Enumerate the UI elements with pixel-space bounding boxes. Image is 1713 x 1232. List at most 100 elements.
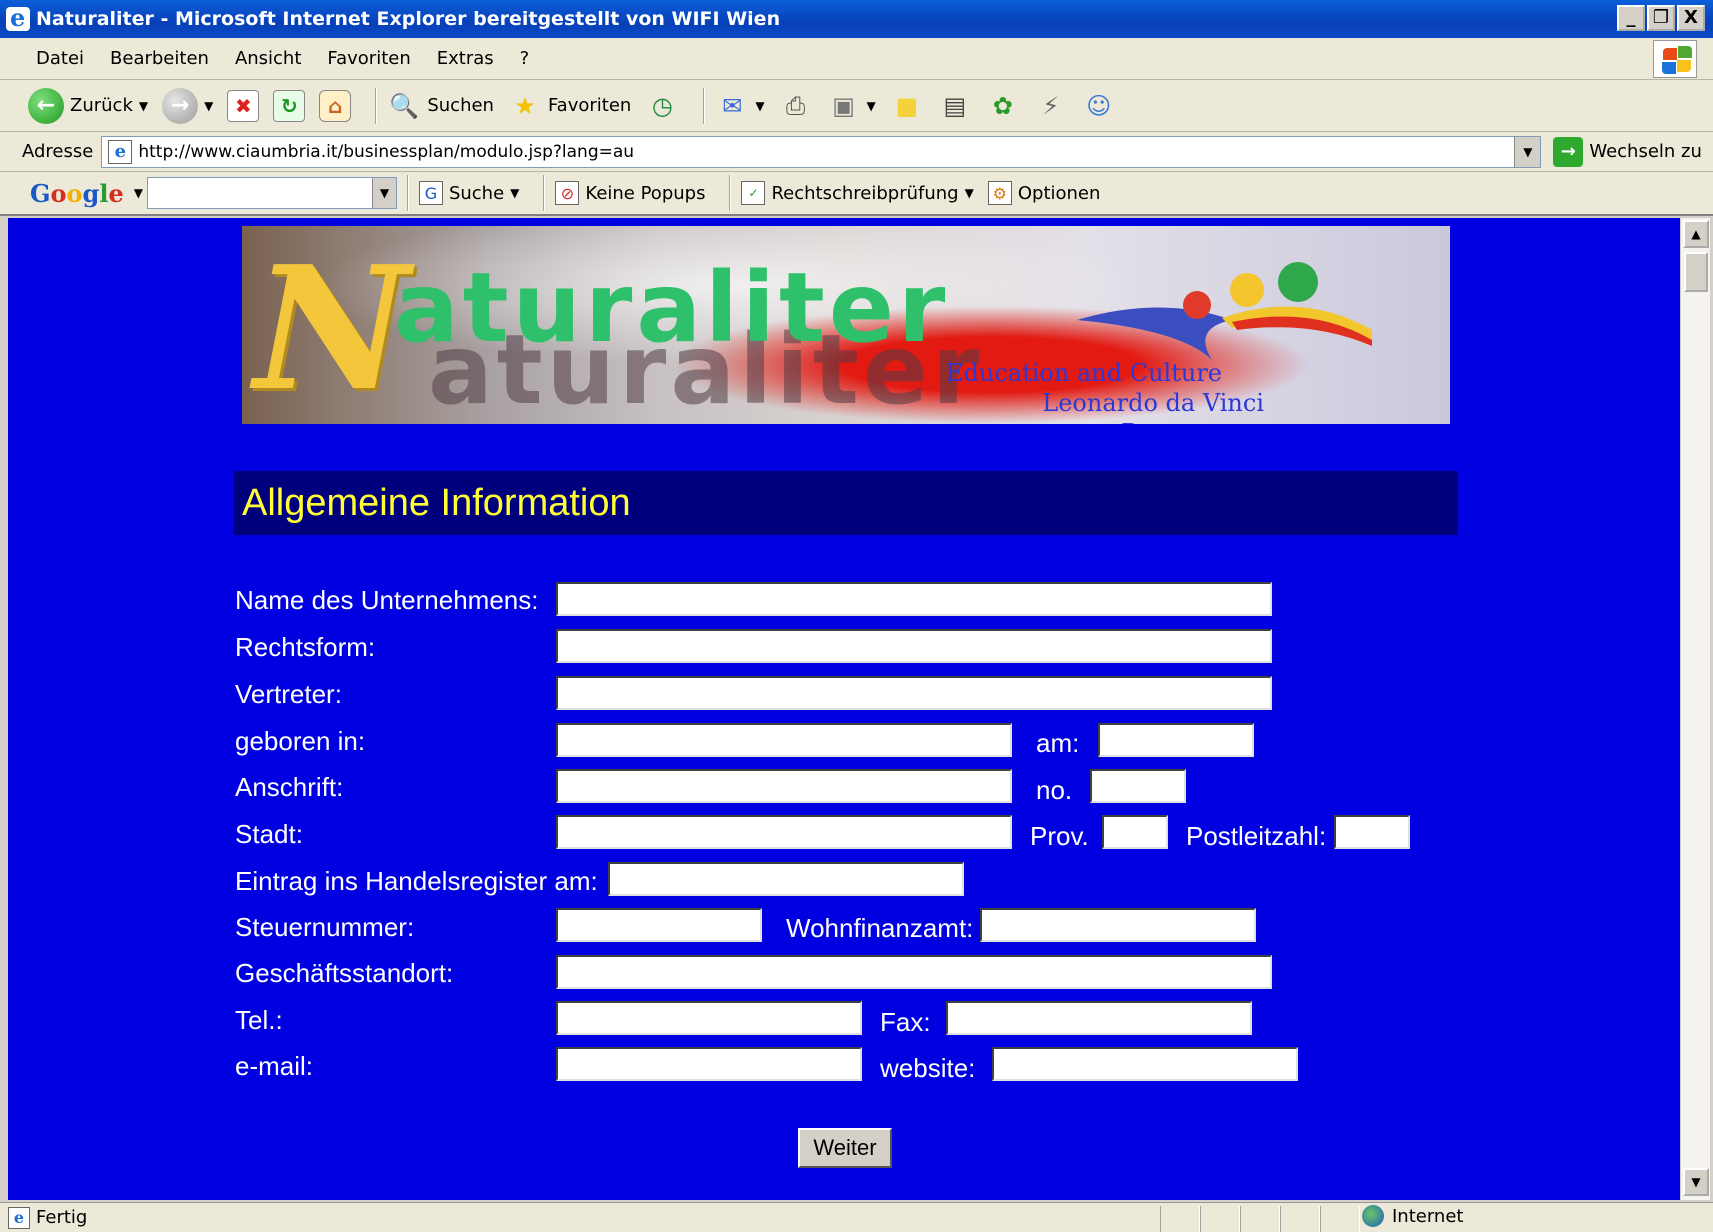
popup-blocker-icon: ⊘ [555, 181, 580, 205]
favorites-button[interactable]: ★ Favoriten [508, 89, 631, 123]
search-button[interactable]: 🔍 Suchen [387, 89, 494, 123]
address-input[interactable]: e http://www.ciaumbria.it/businessplan/m… [101, 135, 1542, 168]
birthdate-input[interactable] [1098, 723, 1254, 757]
register-label: Eintrag ins Handelsregister am: [235, 866, 598, 896]
email-input[interactable] [556, 1047, 862, 1081]
city-label: Stadt: [235, 819, 303, 849]
home-button[interactable]: ⌂ [319, 89, 352, 122]
close-button[interactable]: X [1677, 5, 1705, 31]
toolbar-separator [729, 175, 732, 211]
maximize-button[interactable]: ❐ [1647, 5, 1675, 31]
mail-button[interactable]: ✉ ▼ [715, 89, 764, 123]
phone-input[interactable] [556, 1001, 862, 1035]
birthplace-label: geboren in: [235, 726, 366, 756]
status-panel [1160, 1206, 1200, 1232]
mail-icon: ✉ [722, 91, 743, 120]
tax-number-input[interactable] [556, 908, 762, 942]
google-search-label: Suche [448, 182, 505, 204]
google-dropdown-icon[interactable]: ▼ [134, 186, 143, 200]
edit-button[interactable]: ▣ ▼ [827, 89, 876, 123]
representative-input[interactable] [556, 676, 1272, 710]
google-toolbar: Google ▼ ▼ G Suche ▼ ⊘ Keine Popups ✓ Re… [0, 172, 1713, 216]
city-input[interactable] [556, 815, 1012, 849]
icq-button[interactable]: ✿ [986, 89, 1020, 123]
postal-code-input[interactable] [1334, 815, 1410, 849]
go-button[interactable]: → Wechseln zu [1553, 136, 1702, 167]
edit-dropdown-icon[interactable]: ▼ [867, 99, 876, 113]
tax-office-input[interactable] [980, 908, 1256, 942]
back-label: Zurück [70, 95, 133, 116]
province-input[interactable] [1102, 815, 1168, 849]
scroll-up-icon[interactable]: ▲ [1683, 220, 1709, 248]
window-controls: _ ❐ X [1617, 5, 1705, 31]
popup-blocker-button[interactable]: ⊘ Keine Popups [555, 181, 705, 205]
website-input[interactable] [992, 1047, 1298, 1081]
vertical-scrollbar[interactable]: ▲ ▼ [1680, 218, 1710, 1200]
menu-file[interactable]: Datei [36, 48, 84, 69]
status-panels [1160, 1206, 1360, 1232]
globe-icon [1362, 1205, 1384, 1227]
google-logo[interactable]: Google [30, 179, 124, 208]
home-icon: ⌂ [319, 89, 352, 122]
research-button[interactable]: ⚡ [1034, 89, 1068, 123]
messenger-button[interactable]: ▤ [938, 89, 972, 123]
spellcheck-dropdown-icon[interactable]: ▼ [965, 186, 974, 200]
security-zone: Internet [1362, 1205, 1463, 1227]
forward-button[interactable]: → ▼ [162, 87, 213, 124]
menu-view[interactable]: Ansicht [235, 48, 301, 69]
options-button[interactable]: ⚙ Optionen [987, 181, 1100, 205]
toolbar-separator [703, 87, 706, 124]
house-number-label: no. [1036, 775, 1073, 805]
refresh-button[interactable]: ↻ [273, 89, 306, 122]
address-dropdown-icon[interactable]: ▼ [1514, 136, 1541, 167]
flower-icon: ✿ [992, 91, 1013, 120]
back-button[interactable]: ← Zurück ▼ [28, 87, 148, 124]
legal-form-input[interactable] [556, 629, 1272, 663]
back-dropdown-icon[interactable]: ▼ [139, 99, 148, 113]
fax-input[interactable] [946, 1001, 1252, 1035]
minimize-button[interactable]: _ [1617, 5, 1645, 31]
house-number-input[interactable] [1090, 769, 1186, 803]
scroll-down-icon[interactable]: ▼ [1683, 1168, 1709, 1196]
status-panel [1320, 1206, 1360, 1232]
back-arrow-icon: ← [28, 87, 64, 124]
google-search-input[interactable]: ▼ [146, 177, 397, 209]
spellcheck-button[interactable]: ✓ Rechtschreibprüfung ▼ [741, 181, 974, 205]
birthdate-label: am: [1036, 728, 1080, 758]
spellcheck-icon: ✓ [741, 181, 766, 205]
google-search-dropdown-icon[interactable]: ▼ [371, 178, 396, 208]
scroll-thumb[interactable] [1684, 252, 1708, 292]
address-label: Anschrift: [235, 772, 344, 802]
stop-button[interactable]: ✖ [227, 89, 260, 122]
menu-help[interactable]: ? [520, 48, 530, 69]
street-address-input[interactable] [556, 769, 1012, 803]
company-name-input[interactable] [556, 582, 1272, 616]
notes-button[interactable]: ■ [890, 89, 924, 123]
banner-logo-word: aturaliter [394, 252, 950, 364]
print-button[interactable]: ⎙ [779, 89, 813, 123]
address-label: Adresse [22, 141, 94, 162]
status-bar: e Fertig Internet [0, 1202, 1713, 1232]
menu-tools[interactable]: Extras [437, 48, 494, 69]
mail-dropdown-icon[interactable]: ▼ [755, 99, 764, 113]
people-icon: ☺ [1086, 91, 1112, 120]
next-button[interactable]: Weiter [798, 1128, 892, 1168]
stop-icon: ✖ [227, 89, 260, 122]
history-button[interactable]: ◷ [645, 89, 679, 123]
menu-edit[interactable]: Bearbeiten [110, 48, 209, 69]
banner-program-text: Education and Culture Leonardo da Vinci … [942, 358, 1342, 424]
business-location-input[interactable] [556, 955, 1272, 989]
email-label: e-mail: [235, 1051, 314, 1081]
forward-dropdown-icon[interactable]: ▼ [204, 99, 213, 113]
favorites-label: Favoriten [547, 95, 632, 116]
document-icon: ▤ [943, 91, 967, 120]
address-url[interactable]: http://www.ciaumbria.it/businessplan/mod… [138, 142, 634, 162]
google-search-dropdown-icon[interactable]: ▼ [510, 186, 519, 200]
go-label: Wechseln zu [1589, 141, 1702, 162]
google-search-button[interactable]: G Suche ▼ [418, 181, 519, 205]
popup-blocker-label: Keine Popups [585, 182, 706, 204]
menu-favorites[interactable]: Favoriten [327, 48, 410, 69]
contacts-button[interactable]: ☺ [1082, 89, 1116, 123]
register-date-input[interactable] [608, 862, 964, 896]
birthplace-input[interactable] [556, 723, 1012, 757]
